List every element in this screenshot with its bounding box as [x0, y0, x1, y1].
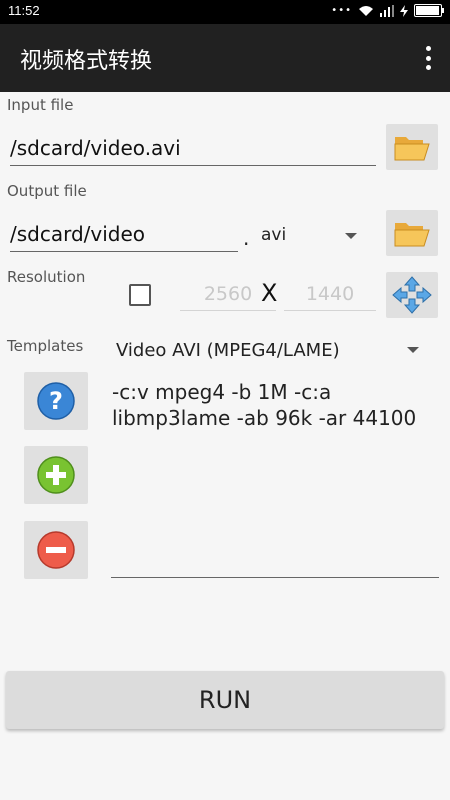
status-icons: ••• — [331, 4, 444, 17]
status-time: 11:52 — [8, 3, 40, 18]
status-bar: 11:52 ••• — [0, 0, 450, 24]
wifi-icon — [359, 5, 373, 16]
add-icon — [37, 456, 75, 494]
resolution-label: Resolution — [7, 268, 86, 286]
format-dropdown[interactable]: avi — [256, 222, 366, 250]
app-title: 视频格式转换 — [20, 49, 153, 74]
resolution-separator: X — [261, 279, 278, 307]
notification-dots-icon: ••• — [331, 5, 352, 16]
folder-icon — [394, 223, 430, 247]
resolution-checkbox[interactable] — [129, 284, 151, 306]
folder-icon — [394, 137, 430, 161]
templates-dropdown-value: Video AVI (MPEG4/LAME) — [116, 340, 340, 361]
charging-icon — [400, 4, 408, 17]
expand-arrows-icon — [392, 276, 432, 314]
height-input[interactable]: 1440 — [284, 283, 376, 311]
templates-dropdown[interactable]: Video AVI (MPEG4/LAME) — [110, 334, 430, 366]
add-template-button[interactable] — [24, 446, 88, 504]
chevron-down-icon — [345, 233, 357, 239]
output-file-field[interactable]: /sdcard/video — [10, 222, 238, 252]
resolution-preset-button[interactable] — [386, 272, 438, 318]
command-input-underline — [111, 577, 439, 578]
format-dropdown-value: avi — [261, 225, 287, 245]
chevron-down-icon — [407, 347, 419, 353]
command-input[interactable]: -c:v mpeg4 -b 1M -c:a libmp3lame -ab 96k… — [112, 379, 442, 431]
remove-template-button[interactable] — [24, 521, 88, 579]
remove-icon — [37, 531, 75, 569]
battery-fill — [416, 6, 439, 15]
overflow-menu-icon[interactable] — [424, 46, 432, 70]
svg-text:?: ? — [49, 387, 63, 415]
extension-dot: . — [243, 226, 250, 250]
help-icon: ? — [37, 382, 75, 420]
battery-icon — [414, 4, 444, 17]
templates-label: Templates — [7, 337, 84, 355]
input-file-label: Input file — [7, 96, 74, 114]
action-bar: 视频格式转换 — [0, 24, 450, 92]
input-file-field[interactable]: /sdcard/video.avi — [10, 136, 376, 166]
output-file-label: Output file — [7, 182, 87, 200]
help-button[interactable]: ? — [24, 372, 88, 430]
signal-icon — [380, 4, 394, 17]
output-browse-button[interactable] — [386, 210, 438, 256]
run-button[interactable]: RUN — [6, 671, 444, 729]
input-browse-button[interactable] — [386, 124, 438, 170]
